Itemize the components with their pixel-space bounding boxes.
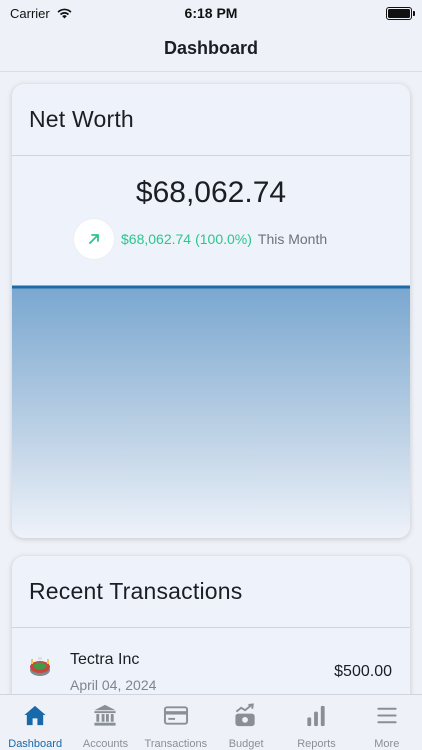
budget-icon	[235, 703, 255, 727]
tab-budget[interactable]: Budget	[211, 695, 281, 750]
tab-label: Accounts	[82, 738, 129, 750]
change-period: This Month	[257, 231, 328, 247]
tab-label: More	[374, 738, 400, 750]
recent-transactions-title: Recent Transactions	[29, 578, 243, 604]
net-worth-chart[interactable]	[12, 285, 410, 538]
net-worth-card-header: Net Worth	[12, 84, 410, 156]
net-worth-change: $68,062.74 (100.0%) This Month	[74, 219, 327, 259]
status-bar: Carrier 6:18 PM	[0, 0, 422, 26]
tab-more[interactable]: More	[352, 695, 422, 750]
chart-area-fill	[12, 287, 410, 538]
menu-icon	[377, 707, 397, 724]
tab-bar: Dashboard Accounts Transactions Budget R…	[0, 694, 422, 750]
tab-reports[interactable]: Reports	[281, 695, 351, 750]
bar-chart-icon	[307, 705, 326, 727]
tab-label: Dashboard	[8, 738, 63, 750]
tab-label: Transactions	[144, 738, 208, 750]
bank-icon	[94, 704, 117, 726]
tab-dashboard[interactable]: Dashboard	[0, 695, 70, 750]
battery-icon	[386, 6, 415, 20]
tab-accounts[interactable]: Accounts	[70, 695, 140, 750]
change-amount: $68,062.74	[121, 231, 192, 247]
page-title: Dashboard	[163, 38, 259, 58]
transaction-row[interactable]: Tectra Inc April 04, 2024 $500.00	[12, 628, 410, 698]
net-worth-title: Net Worth	[29, 106, 134, 132]
status-time: 6:18 PM	[184, 5, 238, 21]
house-icon	[24, 705, 46, 726]
transaction-date: April 04, 2024	[70, 677, 157, 693]
stadium-icon	[30, 657, 50, 676]
transaction-name: Tectra Inc	[70, 651, 140, 668]
navigation-header: Dashboard	[0, 26, 422, 72]
change-percent: (100.0%)	[195, 231, 252, 247]
trend-up-icon	[74, 219, 114, 259]
card-icon	[163, 706, 188, 725]
tab-label: Budget	[228, 738, 264, 750]
transaction-amount: $500.00	[334, 663, 392, 680]
recent-transactions-header: Recent Transactions	[12, 556, 410, 628]
net-worth-amount: $68,062.74	[135, 176, 287, 209]
net-worth-card[interactable]: Net Worth $68,062.74 $68,062.74 (100.0%)…	[12, 84, 410, 538]
tab-label: Reports	[297, 738, 336, 750]
tab-transactions[interactable]: Transactions	[141, 695, 211, 750]
